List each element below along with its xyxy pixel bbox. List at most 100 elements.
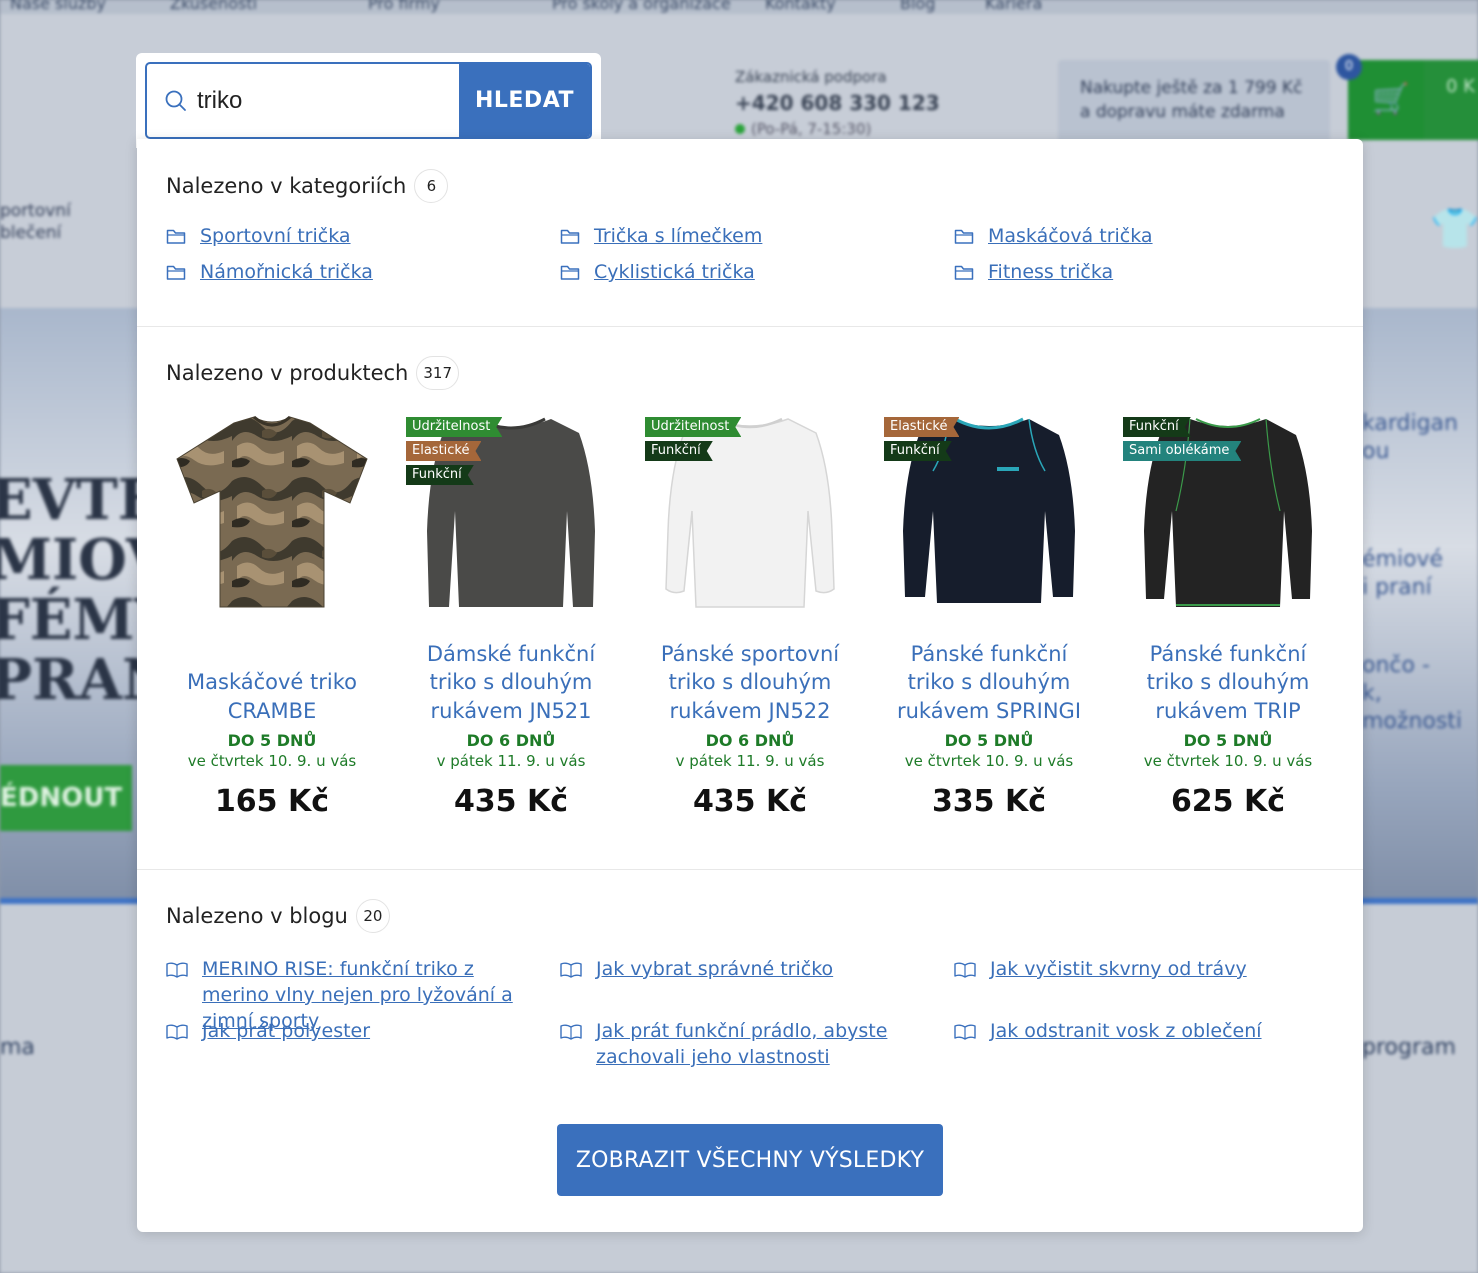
cart-count-badge: 0 [1336,54,1362,80]
customer-support: Zákaznická podpora +420 608 330 123 (Po-… [735,64,940,142]
tag-badge: Udržitelnost [645,417,741,437]
product-name[interactable]: Pánské funkční triko s dlouhým rukávem S… [884,639,1094,725]
product-price: 435 Kč [692,784,808,819]
delivery-date: ve čtvrtek 10. 9. u vás [904,752,1074,770]
product-name[interactable]: Pánské sportovní triko s dlouhým rukávem… [645,639,855,725]
promo-text[interactable]: kardigan [1362,411,1458,436]
category-label: portovní [0,201,71,221]
blog-link[interactable]: Jak prát polyester [166,1018,536,1044]
tag-badge: Funkční [645,441,713,461]
free-shipping-line1: Nakupte ještě za 1 799 Kč [1080,78,1303,98]
category-link[interactable]: Cyklistická trička [560,261,755,283]
promo-text[interactable]: émiové [1362,547,1443,572]
book-icon [954,1024,976,1040]
category-label: blečení [0,223,62,243]
product-name[interactable]: Dámské funkční triko s dlouhým rukávem J… [406,639,616,725]
product-tags: Udržitelnost Elastické Funkční [406,417,502,485]
folder-icon [166,265,186,280]
product-tags: Udržitelnost Funkční [645,417,741,461]
search-results-panel: Nalezeno v kategoriích 6 Sportovní tričk… [137,139,1363,1232]
product-price: 625 Kč [1170,784,1286,819]
cart-icon: 🛒 [1372,82,1410,117]
folder-icon [166,229,186,244]
blog-title: Jak prát polyester [202,1020,371,1042]
promo-text[interactable]: i praní [1362,575,1432,600]
hero-button[interactable]: ÉDNOUT [0,765,132,831]
blog-link[interactable]: Jak vybrat správné tričko [560,956,930,982]
product-name[interactable]: Pánské funkční triko s dlouhým rukávem T… [1123,639,1333,725]
promo-text[interactable]: ou [1362,439,1389,464]
folder-icon [954,265,974,280]
product-card[interactable]: Udržitelnost Funkční Pánské sportovní tr… [645,411,855,819]
blog-title: Jak vybrat správné tričko [596,958,834,980]
product-card[interactable]: Funkční Sami oblékáme Pánské funkční tri… [1123,411,1333,819]
category-link[interactable]: Fitness trička [954,261,1113,283]
show-all-results-button[interactable]: ZOBRAZIT VŠECHNY VÝSLEDKY [557,1124,943,1196]
category-link[interactable]: Sportovní trička [166,225,351,247]
tag-badge: Sami oblékáme [1123,441,1241,461]
promo-text[interactable]: ončo - [1362,653,1430,678]
category-link[interactable]: Námořnická trička [166,261,373,283]
product-card[interactable]: Maskáčové triko CRAMBE DO 5 DNŮ ve čtvrt… [167,411,377,819]
category-link[interactable]: Maskáčová trička [954,225,1153,247]
online-status-dot [735,124,745,134]
blog-link[interactable]: Jak odstranit vosk z oblečení [954,1018,1334,1044]
camo-tshirt-image [176,415,368,608]
product-card[interactable]: Elastické Funkční Pánské funkční triko s… [884,411,1094,819]
product-image[interactable]: Udržitelnost Elastické Funkční [406,411,616,621]
product-price: 435 Kč [453,784,569,819]
cart-button[interactable]: 0 🛒 0 K [1336,54,1478,140]
tag-badge: Elastické [884,417,959,437]
product-image[interactable] [167,411,377,621]
product-card[interactable]: Udržitelnost Elastické Funkční Dámské fu… [406,411,616,819]
count-badge: 20 [355,899,390,933]
category-label: Sportovní trička [200,225,351,247]
category-label: Fitness trička [988,261,1114,283]
top-nav-item[interactable]: Pro školy a organizace [552,0,731,13]
book-icon [166,962,188,978]
blog-link[interactable]: Jak vyčistit skvrny od trávy [954,956,1334,982]
delivery-date: v pátek 11. 9. u vás [675,752,825,770]
search-button[interactable]: HLEDAT [459,64,590,137]
search-input[interactable] [147,64,459,137]
top-nav-item[interactable]: Kontakty [765,0,836,13]
delivery-date: ve čtvrtek 10. 9. u vás [1143,752,1313,770]
delivery-days: DO 5 DNŮ [1183,731,1273,750]
search-bar: HLEDAT [136,53,601,148]
search-box: HLEDAT [145,62,592,139]
blog-link[interactable]: Jak prát funkční prádlo, abyste zachoval… [560,1018,930,1070]
category-label: Maskáčová trička [988,225,1153,247]
count-badge: 6 [414,169,449,203]
book-icon [560,1024,582,1040]
top-nav-item[interactable]: Pro firmy [368,0,440,13]
delivery-days: DO 5 DNŮ [944,731,1034,750]
tshirt-icon[interactable]: 👕 [1430,205,1478,252]
folder-icon [560,265,580,280]
product-name[interactable]: Maskáčové triko CRAMBE [167,639,377,725]
book-icon [166,1024,188,1040]
lower-right-text: program [1362,1035,1456,1060]
promo-text[interactable]: možnosti [1362,709,1462,734]
promo-text[interactable]: k, [1362,681,1382,706]
category-link[interactable]: Trička s límečkem [560,225,762,247]
product-image[interactable]: Funkční Sami oblékáme [1123,411,1333,621]
side-promo-list: kardigan ou émiové i praní ončo - k, možnost… [1362,410,1478,810]
product-image[interactable]: Udržitelnost Funkční [645,411,855,621]
top-nav-item[interactable]: Blog [900,0,935,13]
top-nav-item[interactable]: Kariéra [985,0,1042,13]
free-shipping-line2: a dopravu máte zdarma [1080,102,1285,122]
delivery-days: DO 5 DNŮ [227,731,317,750]
cart-total: 0 K [1424,60,1478,140]
product-image[interactable]: Elastické Funkční [884,411,1094,621]
product-price: 165 Kč [214,784,330,819]
top-nav-item[interactable]: Naše služby [10,0,106,13]
phone-number[interactable]: 608 330 123 [800,91,939,115]
section-divider [137,869,1363,870]
category-sport-clothing[interactable]: portovní blečení [0,200,71,244]
tag-badge: Funkční [884,441,952,461]
blog-heading: Nalezeno v blogu 20 [166,899,390,933]
tag-badge: Funkční [1123,417,1191,437]
top-nav-item[interactable]: Zkušenosti [170,0,257,13]
book-icon [954,962,976,978]
products-heading: Nalezeno v produktech 317 [166,356,460,390]
